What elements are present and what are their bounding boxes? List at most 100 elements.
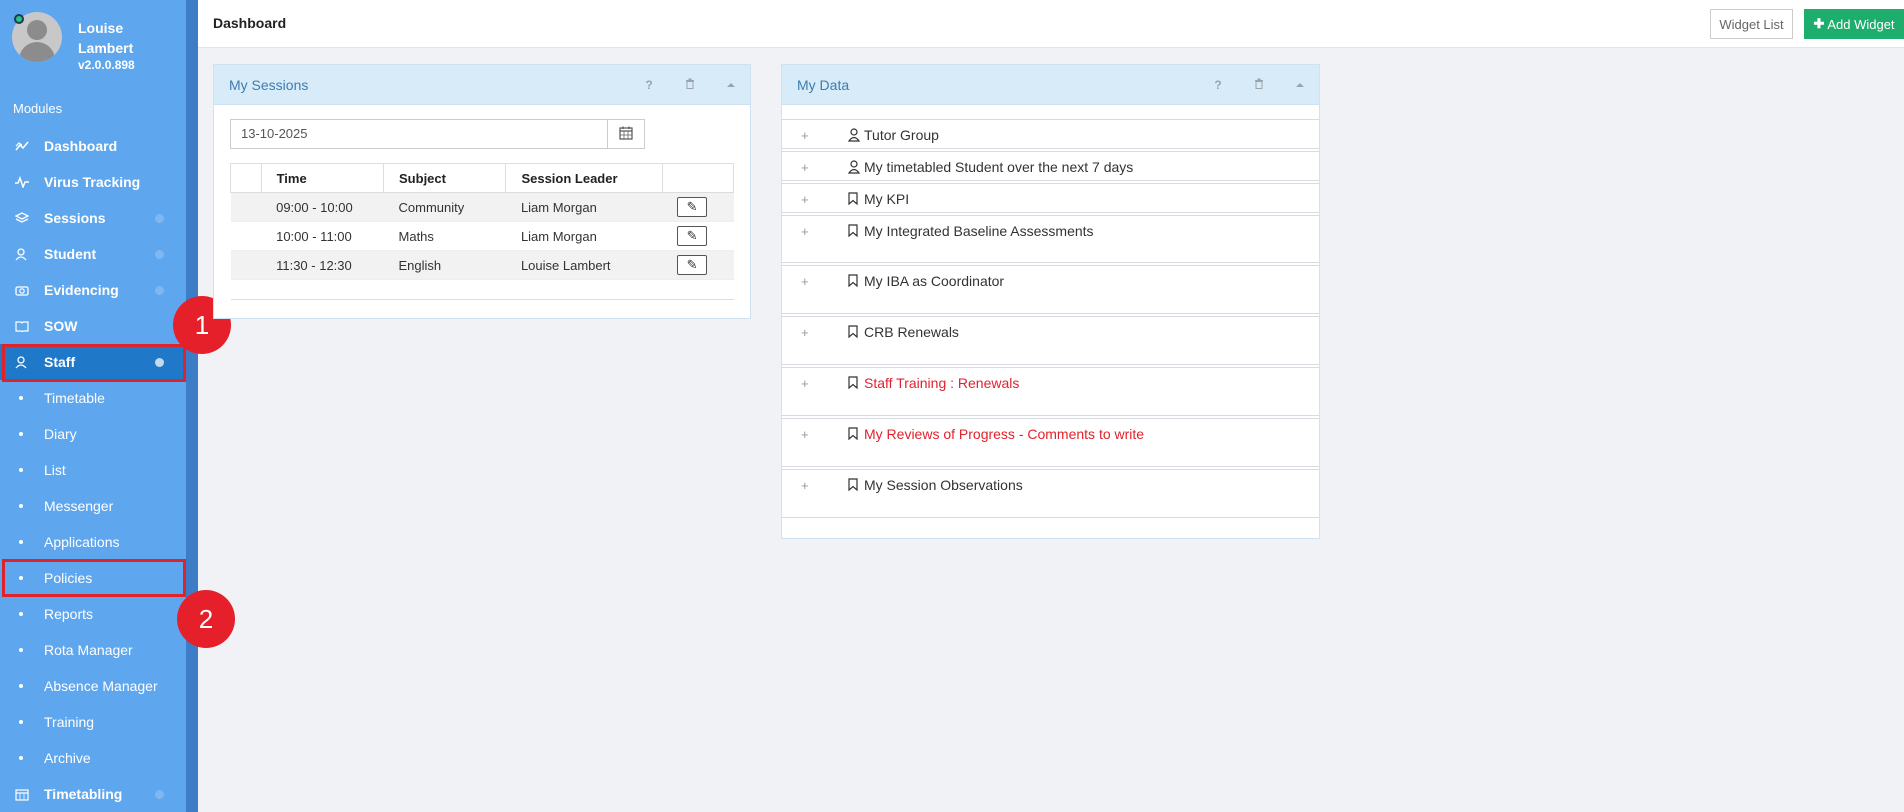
bullet-icon bbox=[19, 720, 23, 724]
expand-plus-icon[interactable]: + bbox=[801, 427, 809, 442]
camera-icon bbox=[14, 282, 30, 298]
data-item-label: My Integrated Baseline Assessments bbox=[864, 223, 1094, 239]
bullet-icon bbox=[19, 504, 23, 508]
highlight-staff bbox=[2, 344, 186, 382]
bookmark-icon bbox=[848, 274, 860, 288]
expand-plus-icon[interactable]: + bbox=[801, 224, 809, 239]
expand-plus-icon[interactable]: + bbox=[801, 160, 809, 175]
data-item-reviews-of-progress[interactable]: + My Reviews of Progress - Comments to w… bbox=[782, 418, 1319, 467]
sub-item-label: Reports bbox=[44, 606, 94, 622]
sub-item-training[interactable]: Training bbox=[0, 704, 186, 740]
data-item-crb-renewals[interactable]: + CRB Renewals bbox=[782, 316, 1319, 365]
trash-icon[interactable] bbox=[1251, 77, 1267, 93]
sidebar: Louise Lambert v2.0.0.898 Modules Dashbo… bbox=[0, 0, 198, 812]
data-item-staff-training-renewals[interactable]: + Staff Training : Renewals bbox=[782, 367, 1319, 416]
data-item-integrated-baseline[interactable]: + My Integrated Baseline Assessments bbox=[782, 215, 1319, 263]
nav-item-virus-tracking[interactable]: Virus Tracking bbox=[0, 164, 186, 200]
expand-plus-icon[interactable]: + bbox=[801, 128, 809, 143]
data-item-my-kpi[interactable]: + My KPI bbox=[782, 183, 1319, 213]
sub-item-timetable[interactable]: Timetable bbox=[0, 380, 186, 416]
expand-plus-icon[interactable]: + bbox=[801, 192, 809, 207]
data-item-session-observations[interactable]: + My Session Observations bbox=[782, 469, 1319, 518]
session-subject: Community bbox=[383, 192, 506, 222]
sub-item-rota-manager[interactable]: Rota Manager bbox=[0, 632, 186, 668]
nav-item-dashboard[interactable]: Dashboard bbox=[0, 128, 186, 164]
edit-icon: ✎ bbox=[686, 257, 698, 272]
data-item-label: Tutor Group bbox=[864, 127, 939, 143]
highlight-policies bbox=[2, 559, 186, 597]
sub-item-absence-manager[interactable]: Absence Manager bbox=[0, 668, 186, 704]
add-widget-button[interactable]: ✚ Add Widget bbox=[1804, 9, 1904, 39]
nav-item-label: Virus Tracking bbox=[44, 174, 141, 190]
nav-item-sessions[interactable]: Sessions bbox=[0, 200, 186, 236]
expand-plus-icon[interactable]: + bbox=[801, 376, 809, 391]
expand-dot-icon bbox=[155, 214, 164, 223]
nav-item-student[interactable]: Student bbox=[0, 236, 186, 272]
data-item-iba-coordinator[interactable]: + My IBA as Coordinator bbox=[782, 265, 1319, 314]
calendar-icon bbox=[619, 126, 633, 143]
session-date-input[interactable]: 13-10-2025 bbox=[230, 119, 608, 149]
online-status-icon bbox=[14, 14, 24, 24]
expand-plus-icon[interactable]: + bbox=[801, 325, 809, 340]
pulse-icon bbox=[14, 174, 30, 190]
nav-item-timetabling[interactable]: Timetabling bbox=[0, 776, 186, 812]
sub-item-applications[interactable]: Applications bbox=[0, 524, 186, 560]
data-item-timetabled-student[interactable]: + My timetabled Student over the next 7 … bbox=[782, 151, 1319, 181]
bookmark-icon bbox=[848, 192, 860, 206]
nav-item-evidencing[interactable]: Evidencing bbox=[0, 272, 186, 308]
add-widget-label: Add Widget bbox=[1827, 16, 1895, 32]
edit-session-button[interactable]: ✎ bbox=[677, 255, 708, 275]
expand-dot-icon bbox=[155, 790, 164, 799]
calendar-button[interactable] bbox=[607, 119, 645, 149]
sub-item-label: Absence Manager bbox=[44, 678, 158, 694]
nav-item-sow[interactable]: SOW bbox=[0, 308, 186, 344]
column-header[interactable]: Time bbox=[260, 163, 385, 193]
nav-item-label: Student bbox=[44, 246, 97, 262]
sub-item-label: Timetable bbox=[44, 390, 105, 406]
expand-dot-icon bbox=[155, 286, 164, 295]
calendar-icon bbox=[14, 786, 30, 802]
data-item-label: CRB Renewals bbox=[864, 324, 959, 340]
bookmark-icon bbox=[848, 376, 860, 390]
bookmark-icon bbox=[848, 325, 860, 339]
table-row[interactable]: 09:00 - 10:00 Community Liam Morgan ✎ bbox=[230, 192, 734, 222]
data-item-label: My Session Observations bbox=[864, 477, 1023, 493]
help-icon[interactable]: ? bbox=[1210, 77, 1226, 93]
edit-session-button[interactable]: ✎ bbox=[677, 197, 708, 217]
collapse-icon[interactable] bbox=[1292, 77, 1308, 93]
sub-item-label: Training bbox=[44, 714, 95, 730]
app-version: v2.0.0.898 bbox=[78, 58, 135, 72]
sidebar-scrollbar[interactable] bbox=[186, 0, 198, 812]
nav-item-label: SOW bbox=[44, 318, 78, 334]
bullet-icon bbox=[19, 648, 23, 652]
trash-icon[interactable] bbox=[682, 77, 698, 93]
expand-dot-icon bbox=[155, 250, 164, 259]
sub-item-messenger[interactable]: Messenger bbox=[0, 488, 186, 524]
bullet-icon bbox=[19, 756, 23, 760]
column-header[interactable]: Subject bbox=[383, 163, 507, 193]
help-icon[interactable]: ? bbox=[641, 77, 657, 93]
my-sessions-panel: My Sessions ? 13-10-2025 Time Subject Se… bbox=[213, 64, 751, 319]
bullet-icon bbox=[19, 612, 23, 616]
user-profile[interactable]: Louise Lambert v2.0.0.898 bbox=[12, 12, 182, 78]
session-time: 09:00 - 10:00 bbox=[261, 192, 384, 222]
sub-item-diary[interactable]: Diary bbox=[0, 416, 186, 452]
sub-item-reports[interactable]: Reports bbox=[0, 596, 186, 632]
data-item-label: My KPI bbox=[864, 191, 910, 207]
table-row[interactable]: 10:00 - 11:00 Maths Liam Morgan ✎ bbox=[230, 221, 734, 251]
chart-line-icon bbox=[14, 138, 30, 154]
bullet-icon bbox=[19, 684, 23, 688]
expand-plus-icon[interactable]: + bbox=[801, 478, 809, 493]
sub-item-list[interactable]: List bbox=[0, 452, 186, 488]
sidebar-nav: Dashboard Virus Tracking Sessions Studen… bbox=[0, 128, 186, 812]
user-name: Louise Lambert bbox=[78, 20, 134, 56]
data-item-tutor-group[interactable]: + Tutor Group bbox=[782, 119, 1319, 149]
widget-list-button[interactable]: Widget List bbox=[1710, 9, 1793, 39]
expand-plus-icon[interactable]: + bbox=[801, 274, 809, 289]
column-header[interactable]: Session Leader bbox=[505, 163, 663, 193]
sub-item-archive[interactable]: Archive bbox=[0, 740, 186, 776]
edit-session-button[interactable]: ✎ bbox=[677, 226, 708, 246]
collapse-icon[interactable] bbox=[723, 77, 739, 93]
modules-label: Modules bbox=[13, 101, 63, 116]
table-row[interactable]: 11:30 - 12:30 English Louise Lambert ✎ bbox=[230, 250, 734, 280]
